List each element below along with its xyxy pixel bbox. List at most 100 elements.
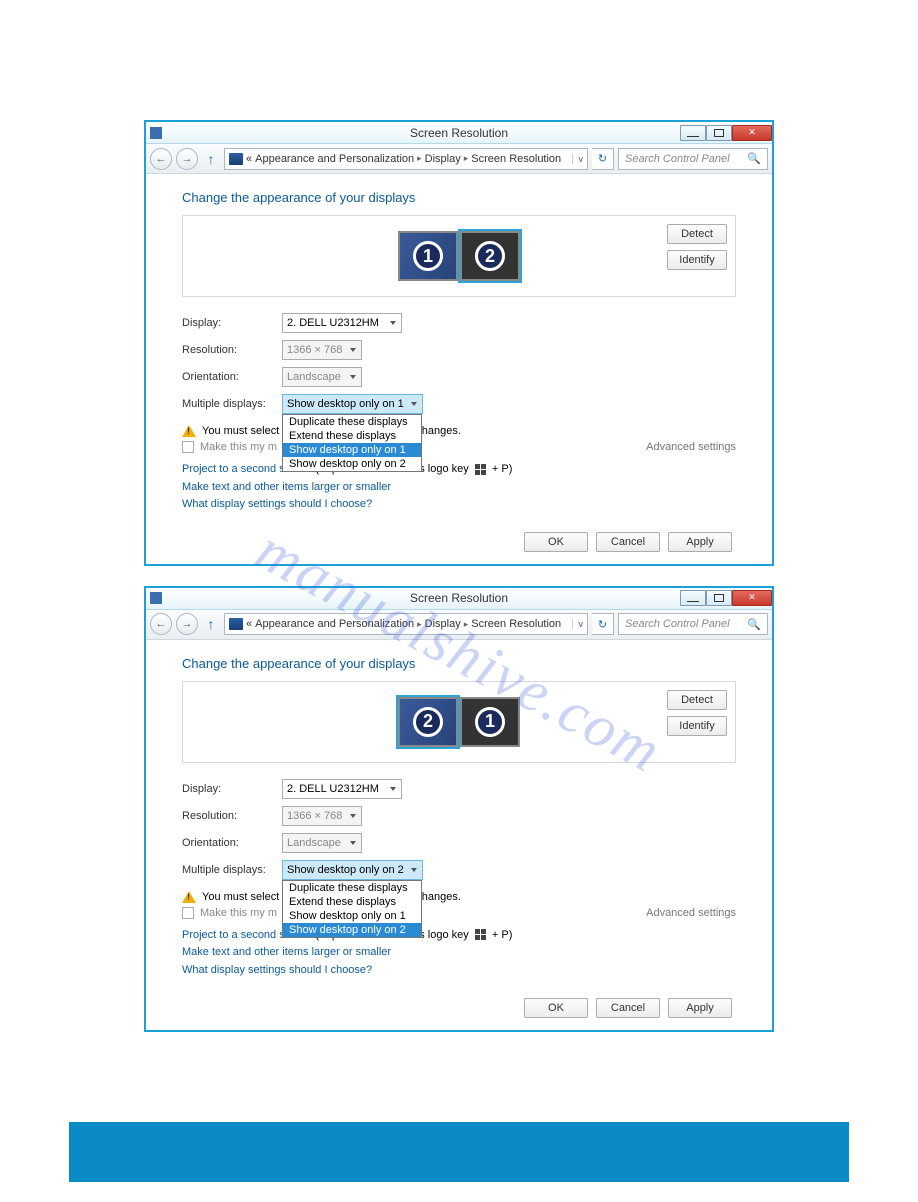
main-display-checkbox[interactable] xyxy=(182,907,194,919)
warning-icon xyxy=(182,891,196,903)
nav-toolbar: ← → ↑ « Appearance and Personalization ▸… xyxy=(146,144,772,174)
orientation-label: Orientation: xyxy=(182,371,282,383)
orientation-label: Orientation: xyxy=(182,837,282,849)
control-panel-icon xyxy=(229,618,243,630)
search-placeholder: Search Control Panel xyxy=(625,618,730,630)
up-button[interactable]: ↑ xyxy=(202,151,220,167)
monitor-number: 2 xyxy=(475,241,505,271)
resolution-select[interactable]: 1366 × 768 xyxy=(282,340,362,360)
chevron-right-icon: ▸ xyxy=(464,619,469,630)
minimize-button[interactable] xyxy=(680,590,706,606)
identify-button[interactable]: Identify xyxy=(667,716,727,736)
monitor-number: 2 xyxy=(413,707,443,737)
monitor-1[interactable]: 1 xyxy=(398,231,458,281)
titlebar[interactable]: Screen Resolution xyxy=(146,122,772,144)
breadcrumb-item[interactable]: Display xyxy=(425,153,461,165)
dropdown-option-selected[interactable]: Show desktop only on 2 xyxy=(283,923,421,937)
minimize-button[interactable] xyxy=(680,125,706,141)
refresh-button[interactable]: ↻ xyxy=(592,148,614,170)
windows-logo-icon xyxy=(475,464,486,475)
multiple-displays-dropdown: Duplicate these displays Extend these di… xyxy=(282,414,422,472)
screen-resolution-window-1: Screen Resolution ← → ↑ « Appearance and… xyxy=(144,120,774,566)
monitor-1[interactable]: 1 xyxy=(460,697,520,747)
identify-button[interactable]: Identify xyxy=(667,250,727,270)
breadcrumb-chev: « xyxy=(246,618,252,630)
multiple-displays-label: Multiple displays: xyxy=(182,398,282,410)
text-size-link[interactable]: Make text and other items larger or smal… xyxy=(182,946,391,958)
main-display-label: Make this my m xyxy=(200,907,277,919)
apply-button[interactable]: Apply xyxy=(668,998,732,1018)
page-heading: Change the appearance of your displays xyxy=(182,656,736,671)
main-display-checkbox[interactable] xyxy=(182,441,194,453)
maximize-button[interactable] xyxy=(706,125,732,141)
breadcrumb-item[interactable]: Appearance and Personalization xyxy=(255,153,414,165)
breadcrumb-item[interactable]: Appearance and Personalization xyxy=(255,618,414,630)
monitor-number: 1 xyxy=(475,707,505,737)
orientation-select[interactable]: Landscape xyxy=(282,367,362,387)
display-preview: 2 1 Detect Identify xyxy=(182,681,736,763)
search-input[interactable]: Search Control Panel 🔍 xyxy=(618,148,768,170)
up-button[interactable]: ↑ xyxy=(202,616,220,632)
search-input[interactable]: Search Control Panel 🔍 xyxy=(618,613,768,635)
close-button[interactable] xyxy=(732,590,772,606)
dropdown-chevron-icon[interactable]: v xyxy=(572,619,584,629)
display-settings-help-link[interactable]: What display settings should I choose? xyxy=(182,498,372,510)
display-settings-help-link[interactable]: What display settings should I choose? xyxy=(182,964,372,976)
refresh-button[interactable]: ↻ xyxy=(592,613,614,635)
dropdown-chevron-icon[interactable]: v xyxy=(572,154,584,164)
resolution-label: Resolution: xyxy=(182,344,282,356)
apply-button[interactable]: Apply xyxy=(668,532,732,552)
cancel-button[interactable]: Cancel xyxy=(596,532,660,552)
breadcrumb-chev: « xyxy=(246,153,252,165)
main-display-label: Make this my m xyxy=(200,441,277,453)
search-icon[interactable]: 🔍 xyxy=(747,618,761,631)
close-button[interactable] xyxy=(732,125,772,141)
breadcrumb[interactable]: « Appearance and Personalization ▸ Displ… xyxy=(224,613,588,635)
forward-button[interactable]: → xyxy=(176,148,198,170)
advanced-settings-link[interactable]: Advanced settings xyxy=(646,907,736,919)
dropdown-option[interactable]: Show desktop only on 1 xyxy=(283,909,421,923)
resolution-label: Resolution: xyxy=(182,810,282,822)
windows-logo-icon xyxy=(475,929,486,940)
orientation-select[interactable]: Landscape xyxy=(282,833,362,853)
nav-toolbar: ← → ↑ « Appearance and Personalization ▸… xyxy=(146,610,772,640)
titlebar[interactable]: Screen Resolution xyxy=(146,588,772,610)
dropdown-option[interactable]: Show desktop only on 2 xyxy=(283,457,421,471)
monitor-2[interactable]: 2 xyxy=(460,231,520,281)
maximize-button[interactable] xyxy=(706,590,732,606)
forward-button[interactable]: → xyxy=(176,613,198,635)
multiple-displays-select[interactable]: Show desktop only on 2 xyxy=(282,860,423,880)
back-button[interactable]: ← xyxy=(150,148,172,170)
footer-bar xyxy=(69,1122,849,1182)
dropdown-option[interactable]: Extend these displays xyxy=(283,429,421,443)
detect-button[interactable]: Detect xyxy=(667,690,727,710)
text-size-link[interactable]: Make text and other items larger or smal… xyxy=(182,481,391,493)
ok-button[interactable]: OK xyxy=(524,532,588,552)
dropdown-option[interactable]: Duplicate these displays xyxy=(283,415,421,429)
dropdown-option-selected[interactable]: Show desktop only on 1 xyxy=(283,443,421,457)
monitor-2[interactable]: 2 xyxy=(398,697,458,747)
multiple-displays-select[interactable]: Show desktop only on 1 xyxy=(282,394,423,414)
advanced-settings-link[interactable]: Advanced settings xyxy=(646,441,736,453)
display-preview: 1 2 Detect Identify xyxy=(182,215,736,297)
breadcrumb[interactable]: « Appearance and Personalization ▸ Displ… xyxy=(224,148,588,170)
warning-icon xyxy=(182,425,196,437)
resolution-select[interactable]: 1366 × 768 xyxy=(282,806,362,826)
display-label: Display: xyxy=(182,783,282,795)
ok-button[interactable]: OK xyxy=(524,998,588,1018)
breadcrumb-item[interactable]: Screen Resolution xyxy=(471,618,561,630)
screen-resolution-window-2: Screen Resolution ← → ↑ « Appearance and… xyxy=(144,586,774,1032)
control-panel-icon xyxy=(229,153,243,165)
dropdown-option[interactable]: Duplicate these displays xyxy=(283,881,421,895)
back-button[interactable]: ← xyxy=(150,613,172,635)
breadcrumb-item[interactable]: Display xyxy=(425,618,461,630)
display-select[interactable]: 2. DELL U2312HM xyxy=(282,779,402,799)
dropdown-option[interactable]: Extend these displays xyxy=(283,895,421,909)
cancel-button[interactable]: Cancel xyxy=(596,998,660,1018)
chevron-right-icon: ▸ xyxy=(417,153,422,164)
detect-button[interactable]: Detect xyxy=(667,224,727,244)
display-select[interactable]: 2. DELL U2312HM xyxy=(282,313,402,333)
project-hint-end: + P) xyxy=(492,463,512,475)
breadcrumb-item[interactable]: Screen Resolution xyxy=(471,153,561,165)
search-icon[interactable]: 🔍 xyxy=(747,152,761,165)
